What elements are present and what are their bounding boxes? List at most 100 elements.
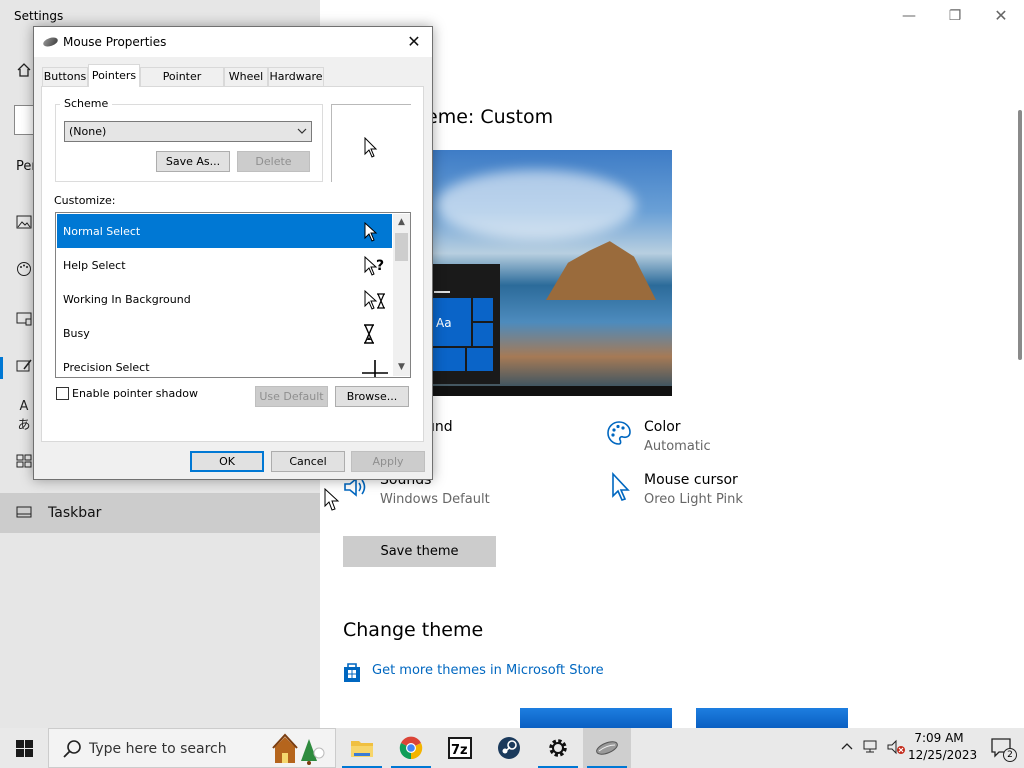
windows-taskbar: Type here to search 7z 7:09 AM 12/25/202… xyxy=(0,728,1024,768)
cursor-list[interactable]: Normal Select Help Select ? Working In B… xyxy=(55,212,411,378)
sidebar-item-label: Taskbar xyxy=(48,505,102,521)
list-item[interactable]: Help Select ? xyxy=(57,248,392,282)
font-icon: Aあ xyxy=(17,399,31,433)
crosshair-cursor-icon xyxy=(362,360,388,377)
chevron-down-icon xyxy=(297,122,307,148)
delete-button[interactable]: Delete xyxy=(237,151,310,172)
start-tiles-icon xyxy=(14,454,34,472)
theme-preview-image: Aa xyxy=(426,150,672,396)
gear-icon xyxy=(549,739,567,757)
scheme-select-value: (None) xyxy=(69,125,107,138)
preview-start-window: Aa xyxy=(426,264,500,384)
scroll-up-icon[interactable]: ▲ xyxy=(393,214,410,231)
dialog-titlebar[interactable]: Mouse Properties ✕ xyxy=(34,27,432,57)
palette-icon[interactable] xyxy=(606,420,632,452)
settings-window-title: Settings xyxy=(14,9,64,23)
steam-taskbar-button[interactable] xyxy=(485,728,533,768)
help-cursor-icon: ? xyxy=(364,255,384,276)
search-icon xyxy=(63,740,81,758)
search-placeholder: Type here to search xyxy=(89,741,227,757)
close-window-button[interactable]: ✕ xyxy=(978,4,1024,28)
notification-center-button[interactable]: 2 xyxy=(980,728,1024,768)
settings-taskbar-button[interactable] xyxy=(534,728,582,768)
working-cursor-icon xyxy=(364,289,385,310)
chevron-up-icon[interactable] xyxy=(838,739,856,757)
save-theme-button[interactable]: Save theme xyxy=(343,536,496,567)
tab-wheel[interactable]: Wheel xyxy=(224,67,268,86)
cursor-icon[interactable] xyxy=(610,471,632,508)
color-value: Automatic xyxy=(644,439,711,454)
taskbar-icon xyxy=(14,504,34,522)
ok-button[interactable]: OK xyxy=(190,451,264,472)
preview-tile xyxy=(472,297,494,322)
theme-thumbnail[interactable] xyxy=(696,708,848,728)
tab-pointer-options[interactable]: Pointer Options xyxy=(140,67,224,101)
arrow-cursor-icon xyxy=(364,221,378,242)
tab-hardware[interactable]: Hardware xyxy=(268,67,324,86)
search-highlight-icon xyxy=(272,733,325,765)
file-explorer-taskbar-button[interactable] xyxy=(338,728,386,768)
taskbar-search-box[interactable]: Type here to search xyxy=(48,728,336,768)
palette-icon xyxy=(14,261,34,281)
scheme-label: Scheme xyxy=(60,97,113,110)
list-item[interactable]: Working In Background xyxy=(57,282,392,316)
tab-buttons[interactable]: Buttons xyxy=(42,67,88,86)
mouse-icon xyxy=(596,741,618,755)
enable-shadow-label[interactable]: Enable pointer shadow xyxy=(72,387,198,400)
color-title[interactable]: Color xyxy=(644,419,681,435)
use-default-button[interactable]: Use Default xyxy=(255,386,328,407)
maximize-button[interactable]: ❐ xyxy=(932,4,978,28)
mouse-icon xyxy=(42,35,59,49)
list-scrollbar[interactable]: ▲ ▼ xyxy=(393,214,410,376)
brush-icon xyxy=(14,358,34,378)
store-link[interactable]: Get more themes in Microsoft Store xyxy=(372,663,604,678)
apply-button[interactable]: Apply xyxy=(351,451,425,472)
change-theme-heading: Change theme xyxy=(343,619,484,641)
speaker-icon[interactable] xyxy=(343,476,369,504)
browse-button[interactable]: Browse... xyxy=(335,386,409,407)
clock-time[interactable]: 7:09 AM xyxy=(910,731,968,745)
preview-tile-text: Aa xyxy=(436,316,452,330)
steam-icon xyxy=(498,737,520,759)
preview-bar xyxy=(434,291,450,293)
volume-muted-icon[interactable] xyxy=(886,739,905,757)
list-item[interactable]: Busy xyxy=(57,316,392,350)
scroll-thumb[interactable] xyxy=(395,233,408,261)
list-item-label: Help Select xyxy=(63,259,126,272)
chrome-icon xyxy=(399,736,423,760)
home-icon xyxy=(14,62,34,82)
store-icon[interactable] xyxy=(343,661,361,683)
list-item-label: Precision Select xyxy=(63,361,150,374)
scroll-down-icon[interactable]: ▼ xyxy=(393,359,410,376)
mouse-cursor-title[interactable]: Mouse cursor xyxy=(644,472,738,488)
svg-text:?: ? xyxy=(376,258,384,274)
minimize-button[interactable]: — xyxy=(886,4,932,28)
list-item[interactable]: Precision Select xyxy=(57,350,392,377)
notification-count-badge: 2 xyxy=(1003,748,1017,762)
cancel-button[interactable]: Cancel xyxy=(271,451,345,472)
close-icon[interactable]: ✕ xyxy=(400,30,428,54)
theme-thumbnail[interactable] xyxy=(520,708,672,728)
list-item-label: Normal Select xyxy=(63,225,141,238)
network-icon[interactable] xyxy=(862,739,880,757)
sidebar-item-taskbar[interactable]: Taskbar xyxy=(0,493,320,533)
enable-shadow-checkbox[interactable] xyxy=(56,387,69,400)
start-button[interactable] xyxy=(0,728,48,768)
cursor-preview-pane xyxy=(331,104,411,182)
arrow-cursor-icon xyxy=(364,137,378,158)
current-theme-heading: eme: Custom xyxy=(426,106,554,128)
picture-icon xyxy=(14,215,34,233)
folder-icon xyxy=(351,741,373,757)
7zip-taskbar-button[interactable]: 7z xyxy=(436,728,484,768)
mouse-properties-taskbar-button[interactable] xyxy=(583,728,631,768)
scheme-select[interactable]: (None) xyxy=(64,121,312,142)
customize-label: Customize: xyxy=(54,194,116,207)
clock-date[interactable]: 12/25/2023 xyxy=(908,748,977,762)
preview-tile xyxy=(432,347,466,372)
page-scrollbar[interactable] xyxy=(1018,110,1022,360)
chrome-taskbar-button[interactable] xyxy=(387,728,435,768)
save-as-button[interactable]: Save As... xyxy=(156,151,230,172)
tab-pointers[interactable]: Pointers xyxy=(88,64,140,87)
preview-tile xyxy=(466,347,494,372)
list-item[interactable]: Normal Select xyxy=(57,214,392,248)
